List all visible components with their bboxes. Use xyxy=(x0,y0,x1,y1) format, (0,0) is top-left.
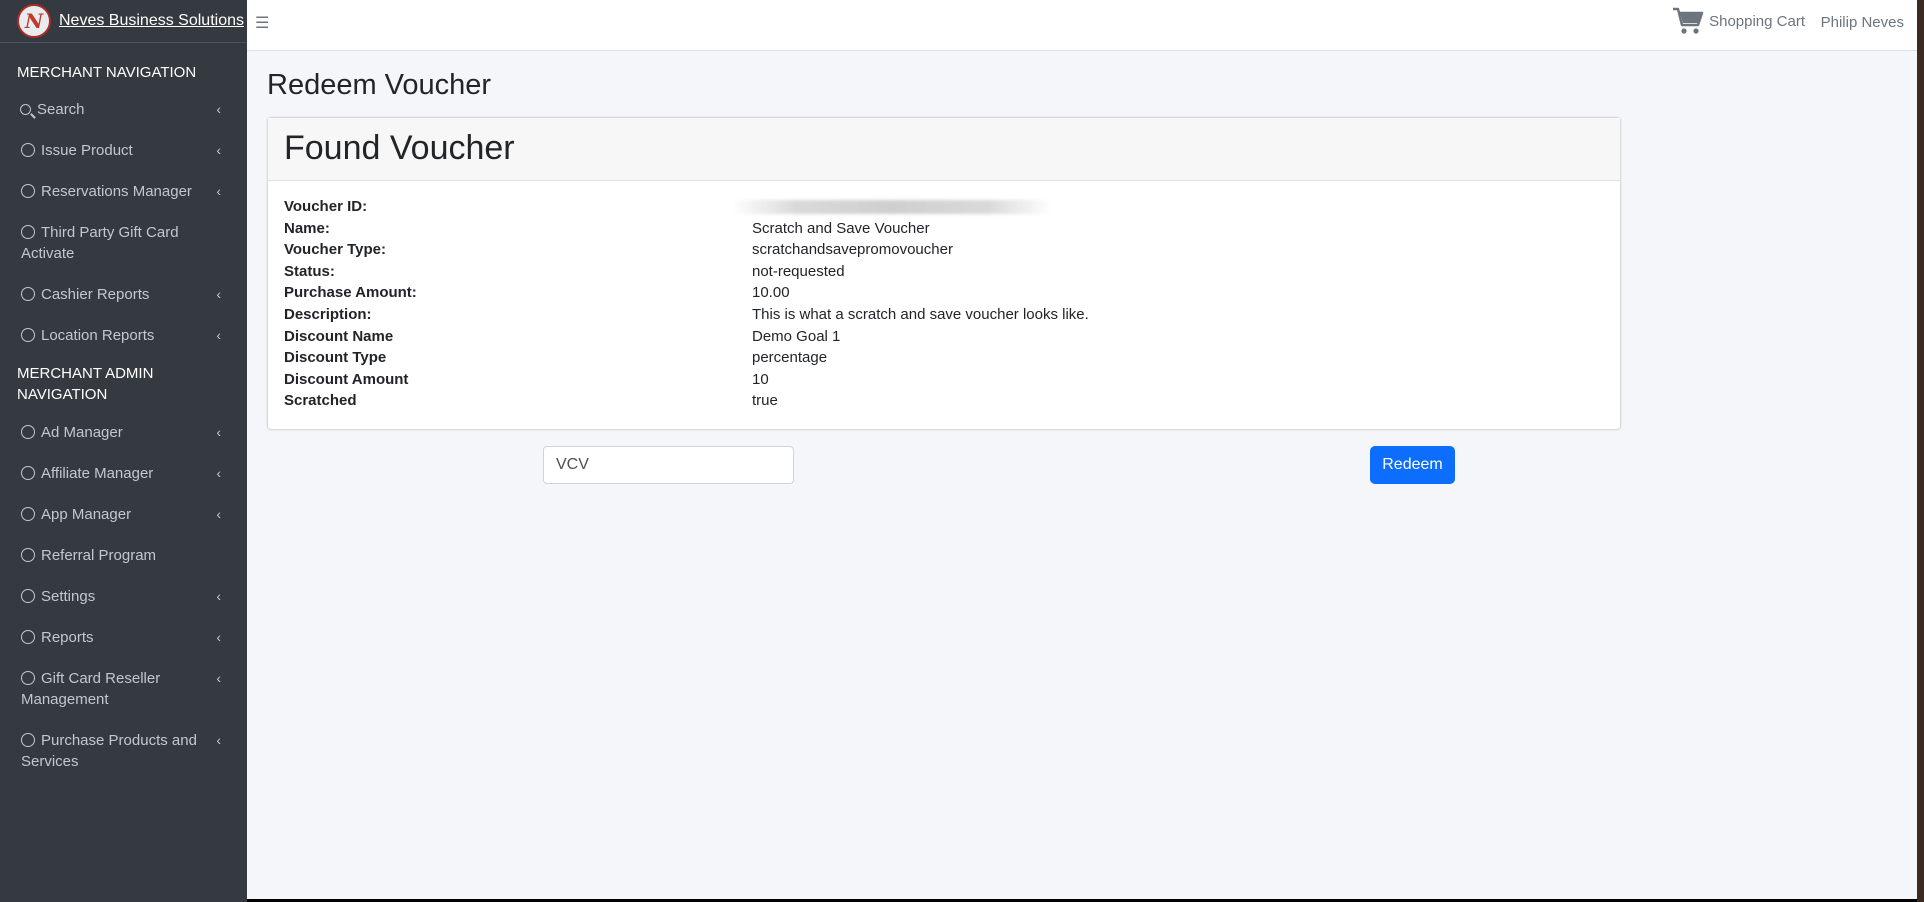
detail-value: percentage xyxy=(752,349,828,367)
shopping-cart-link[interactable]: Shopping Cart xyxy=(1671,4,1805,38)
sidebar-item-settings[interactable]: Settings ‹ xyxy=(0,586,247,607)
detail-label: Discount Type xyxy=(284,349,387,367)
chevron-left-icon: ‹ xyxy=(216,506,221,522)
detail-row-discount-name: Discount Name Demo Goal 1 xyxy=(268,328,1620,350)
detail-row-discount-type: Discount Type percentage xyxy=(268,349,1620,371)
detail-value: Demo Goal 1 xyxy=(752,327,841,345)
sidebar-item-reservations-manager[interactable]: Reservations Manager ‹ xyxy=(0,181,247,202)
circle-icon xyxy=(21,184,35,198)
shopping-cart-label: Shopping Cart xyxy=(1709,12,1805,30)
detail-label: Scratched xyxy=(284,392,357,410)
hamburger-menu-icon[interactable]: ☰ xyxy=(255,13,269,33)
circle-icon xyxy=(21,630,35,644)
chevron-left-icon: ‹ xyxy=(216,424,221,440)
chevron-left-icon: ‹ xyxy=(216,588,221,604)
top-navbar: ☰ Shopping Cart Philip Neves xyxy=(247,0,1917,51)
detail-value: This is what a scratch and save voucher … xyxy=(752,305,1089,323)
circle-icon xyxy=(21,671,35,685)
detail-row-scratched: Scratched true xyxy=(268,392,1620,414)
detail-label: Name: xyxy=(284,219,330,237)
circle-icon xyxy=(21,733,35,747)
circle-icon xyxy=(21,143,35,157)
window-edge xyxy=(1917,0,1924,902)
chevron-left-icon: ‹ xyxy=(216,286,221,302)
sidebar-item-gift-card-reseller-management[interactable]: Gift Card Reseller Management ‹ xyxy=(0,668,247,710)
circle-icon xyxy=(21,507,35,521)
sidebar-item-purchase-products-and-services[interactable]: Purchase Products and Services ‹ xyxy=(0,730,247,772)
chevron-left-icon: ‹ xyxy=(216,629,221,645)
detail-value: 10 xyxy=(752,370,769,388)
brand-logo: N xyxy=(17,4,51,38)
sidebar-item-ad-manager[interactable]: Ad Manager ‹ xyxy=(0,422,247,443)
detail-row-purchase-amount: Purchase Amount: 10.00 xyxy=(268,284,1620,306)
detail-value: true xyxy=(752,392,778,410)
card-header: Found Voucher xyxy=(268,118,1620,181)
sidebar-item-issue-product[interactable]: Issue Product ‹ xyxy=(0,140,247,161)
detail-row-voucher-type: Voucher Type: scratchandsavepromovoucher xyxy=(268,241,1620,263)
brand-link[interactable]: N Neves Business Solutions xyxy=(0,0,247,43)
redeem-button[interactable]: Redeem xyxy=(1370,446,1455,484)
detail-label: Voucher ID: xyxy=(284,198,368,215)
chevron-left-icon: ‹ xyxy=(216,183,221,199)
circle-icon xyxy=(21,287,35,301)
detail-row-discount-amount: Discount Amount 10 xyxy=(268,371,1620,393)
nav-header-merchant-admin: MERCHANT ADMIN NAVIGATION xyxy=(17,365,154,403)
detail-value: not-requested xyxy=(752,262,845,280)
circle-icon xyxy=(21,328,35,342)
detail-value: Scratch and Save Voucher xyxy=(752,219,930,237)
voucher-details: Voucher ID: Name: Scratch and Save Vouch… xyxy=(268,181,1620,414)
detail-label: Discount Name xyxy=(284,327,394,345)
sidebar-item-referral-program[interactable]: Referral Program xyxy=(0,545,247,566)
chevron-left-icon: ‹ xyxy=(216,101,221,117)
main-content: Redeem Voucher Found Voucher Voucher ID:… xyxy=(247,51,1917,899)
sidebar-item-reports[interactable]: Reports ‹ xyxy=(0,627,247,648)
shopping-cart-icon xyxy=(1673,7,1704,34)
detail-label: Voucher Type: xyxy=(284,241,386,259)
detail-row-description: Description: This is what a scratch and … xyxy=(268,306,1620,328)
circle-icon xyxy=(21,466,35,480)
card-title: Found Voucher xyxy=(284,129,515,167)
voucher-id-value-redacted xyxy=(732,198,1052,215)
detail-label: Discount Amount xyxy=(284,370,409,388)
detail-row-voucher-id: Voucher ID: xyxy=(268,198,1620,220)
circle-icon xyxy=(21,425,35,439)
circle-icon xyxy=(21,225,35,239)
chevron-left-icon: ‹ xyxy=(216,732,221,748)
detail-value: scratchandsavepromovoucher xyxy=(752,241,953,259)
detail-row-name: Name: Scratch and Save Voucher xyxy=(268,220,1620,242)
nav-header-merchant: MERCHANT NAVIGATION xyxy=(17,64,197,81)
circle-icon xyxy=(21,589,35,603)
brand-name[interactable]: Neves Business Solutions xyxy=(59,12,244,30)
detail-label: Status: xyxy=(284,262,335,280)
user-menu[interactable]: Philip Neves xyxy=(1821,14,1904,31)
chevron-left-icon: ‹ xyxy=(216,465,221,481)
sidebar-item-location-reports[interactable]: Location Reports ‹ xyxy=(0,325,247,346)
detail-value: 10.00 xyxy=(752,284,790,302)
sidebar-item-app-manager[interactable]: App Manager ‹ xyxy=(0,504,247,525)
voucher-code-input[interactable] xyxy=(543,446,794,484)
page-title: Redeem Voucher xyxy=(267,69,492,101)
found-voucher-card: Found Voucher Voucher ID: Name: Scratch … xyxy=(267,117,1621,430)
sidebar-item-third-party-gift-card-activate[interactable]: Third Party Gift Card Activate xyxy=(0,222,247,264)
circle-icon xyxy=(21,548,35,562)
detail-label: Description: xyxy=(284,305,372,323)
search-icon xyxy=(20,104,31,115)
sidebar-item-affiliate-manager[interactable]: Affiliate Manager ‹ xyxy=(0,463,247,484)
sidebar-item-cashier-reports[interactable]: Cashier Reports ‹ xyxy=(0,284,247,305)
redacted-blur xyxy=(732,200,1052,215)
chevron-left-icon: ‹ xyxy=(216,327,221,343)
detail-row-status: Status: not-requested xyxy=(268,263,1620,285)
chevron-left-icon: ‹ xyxy=(216,670,221,686)
chevron-left-icon: ‹ xyxy=(216,142,221,158)
sidebar: N Neves Business Solutions MERCHANT NAVI… xyxy=(0,0,247,902)
detail-label: Purchase Amount: xyxy=(284,284,417,302)
sidebar-item-search[interactable]: Search ‹ xyxy=(0,99,247,120)
